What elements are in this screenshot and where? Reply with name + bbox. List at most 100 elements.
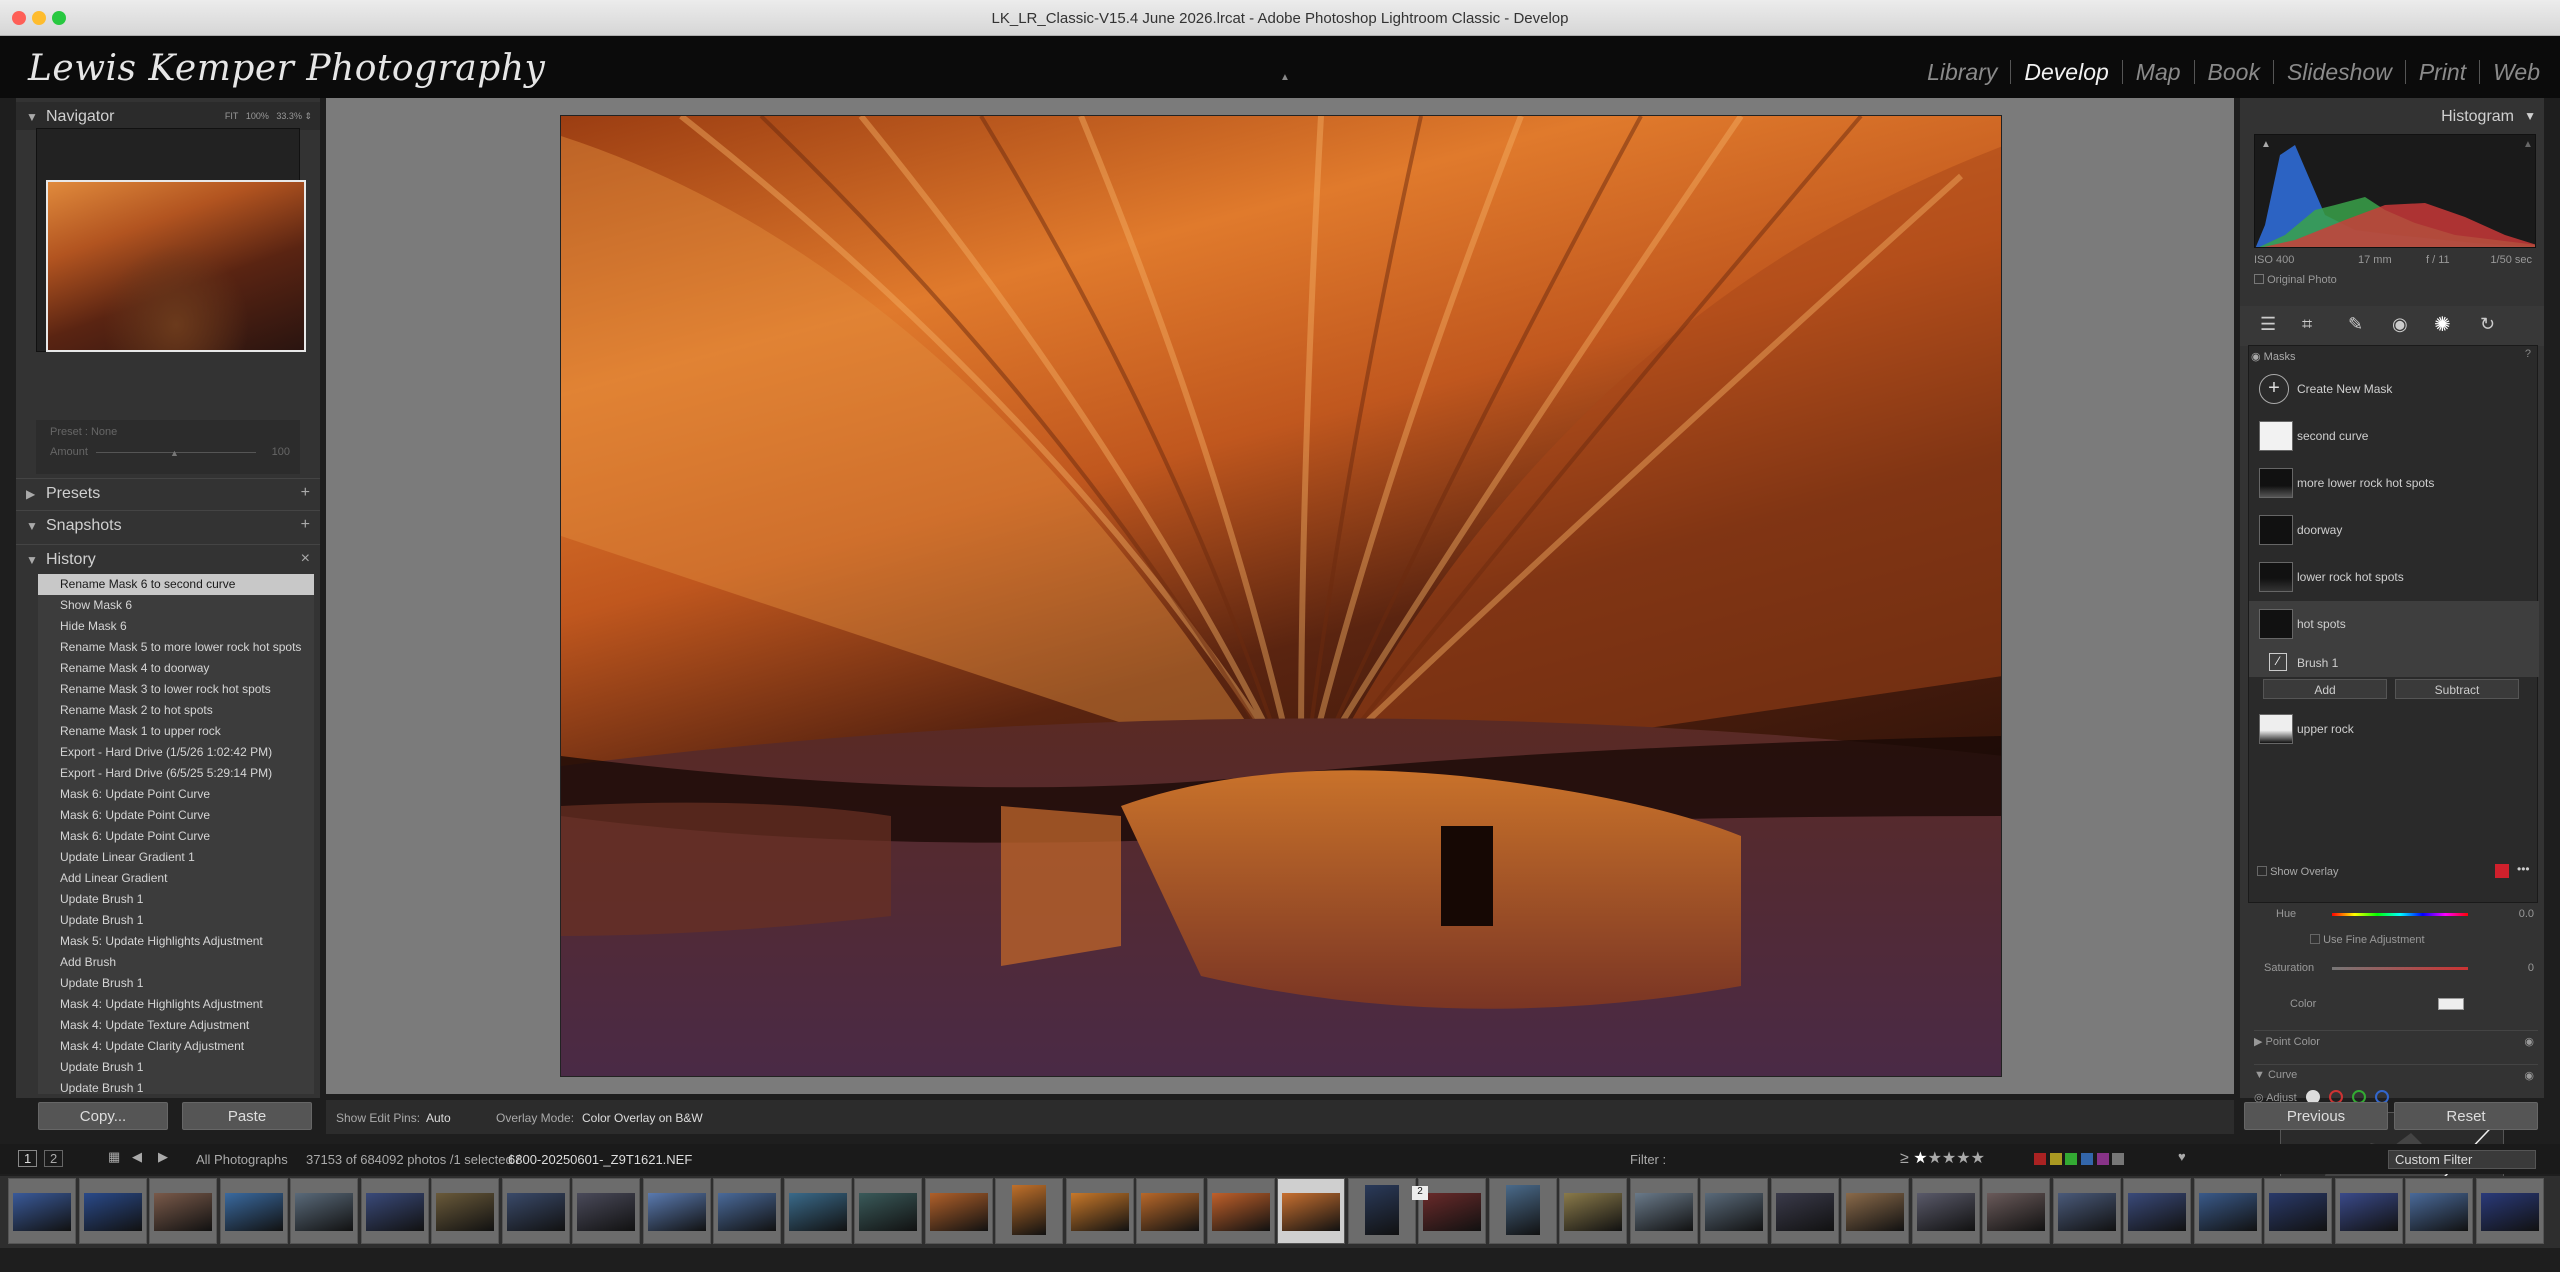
history-step[interactable]: Update Brush 1 (38, 910, 314, 931)
rating-filter-stars[interactable]: ≥ ★★★★★ (1900, 1148, 1985, 1168)
add-to-mask-button[interactable]: Add (2263, 679, 2387, 699)
filmstrip-thumbnail[interactable] (2264, 1178, 2332, 1244)
saturation-slider[interactable] (2332, 967, 2468, 970)
red-eye-icon[interactable]: ◉ (2392, 314, 2408, 335)
fine-adjustment-toggle[interactable]: Use Fine Adjustment (2310, 934, 2425, 946)
point-color-header[interactable]: ▶ Point Color ◉ (2254, 1030, 2538, 1048)
history-step[interactable]: Mask 4: Update Texture Adjustment (38, 1015, 314, 1036)
history-step[interactable]: Export - Hard Drive (1/5/26 1:02:42 PM) (38, 742, 314, 763)
filmstrip-thumbnail[interactable] (2405, 1178, 2473, 1244)
history-step[interactable]: Rename Mask 3 to lower rock hot spots (38, 679, 314, 700)
filmstrip-thumbnail[interactable] (1629, 1178, 1698, 1244)
selected-file-name[interactable]: 6800-20250601-_Z9T1621.NEF (508, 1152, 692, 1167)
history-step[interactable]: Update Brush 1 (38, 1078, 314, 1094)
filmstrip-thumbnail[interactable] (854, 1178, 922, 1244)
visibility-eye-icon[interactable]: ◉ (2524, 1069, 2534, 1082)
filmstrip-thumbnail[interactable] (219, 1178, 288, 1244)
add-snapshot-icon[interactable]: + (301, 516, 310, 534)
filmstrip-thumbnail[interactable] (1136, 1178, 1204, 1244)
history-step[interactable]: Add Brush (38, 952, 314, 973)
source-label[interactable]: All Photographs (196, 1152, 288, 1167)
main-photo[interactable] (560, 115, 2002, 1077)
copy-button[interactable]: Copy... (38, 1102, 168, 1130)
module-web[interactable]: Web (2480, 60, 2542, 84)
filmstrip-thumbnail[interactable] (8, 1178, 76, 1244)
filmstrip-thumbnail[interactable] (1488, 1178, 1557, 1244)
filmstrip-thumbnail[interactable] (1347, 1178, 1416, 1244)
filmstrip-thumbnail[interactable] (642, 1178, 711, 1244)
filmstrip-thumbnail[interactable] (783, 1178, 852, 1244)
navigator-thumbnail[interactable] (46, 180, 306, 352)
filmstrip-thumbnail[interactable] (360, 1178, 429, 1244)
window-2-button[interactable]: 2 (44, 1150, 64, 1167)
zoom-33[interactable]: 33.3% (276, 111, 302, 121)
filmstrip-thumbnail[interactable] (1065, 1178, 1134, 1244)
filmstrip-thumbnail[interactable] (1982, 1178, 2050, 1244)
history-step[interactable]: Update Brush 1 (38, 973, 314, 994)
filmstrip-thumbnail[interactable] (2334, 1178, 2403, 1244)
color-swatch-icon[interactable] (2438, 998, 2464, 1010)
back-arrow-icon[interactable]: ◀ (132, 1149, 142, 1165)
history-header[interactable]: ▼ History × (16, 544, 320, 572)
filmstrip-thumbnail[interactable] (1206, 1178, 1275, 1244)
history-step[interactable]: Rename Mask 4 to doorway (38, 658, 314, 679)
brush-1-row[interactable]: ⁄ Brush 1 (2249, 647, 2539, 677)
filmstrip-thumbnail[interactable] (713, 1178, 781, 1244)
history-step[interactable]: Update Brush 1 (38, 889, 314, 910)
filmstrip-thumbnail[interactable] (2193, 1178, 2262, 1244)
history-step[interactable]: Rename Mask 1 to upper rock (38, 721, 314, 742)
original-photo-toggle[interactable]: Original Photo (2254, 274, 2337, 286)
filmstrip-thumbnail[interactable] (2123, 1178, 2191, 1244)
reset-button[interactable]: Reset (2394, 1102, 2538, 1130)
filmstrip-thumbnail[interactable] (2475, 1178, 2544, 1244)
overlay-color-swatch[interactable] (2495, 864, 2509, 878)
mask-more-lower-rock-hot-spots[interactable]: more lower rock hot spots (2249, 460, 2539, 506)
grid-view-icon[interactable]: ▦ (108, 1149, 120, 1165)
subtract-from-mask-button[interactable]: Subtract (2395, 679, 2519, 699)
filmstrip-thumbnail[interactable] (1418, 1178, 1486, 1244)
clear-history-icon[interactable]: × (301, 550, 310, 568)
crop-icon[interactable]: ⌗ (2302, 314, 2312, 335)
filmstrip-thumbnail[interactable] (1841, 1178, 1909, 1244)
filmstrip-thumbnail[interactable] (572, 1178, 640, 1244)
history-step[interactable]: Mask 6: Update Point Curve (38, 805, 314, 826)
filmstrip-thumbnail[interactable] (1770, 1178, 1839, 1244)
module-map[interactable]: Map (2123, 60, 2195, 84)
module-print[interactable]: Print (2406, 60, 2481, 84)
filmstrip-thumbnail[interactable] (149, 1178, 217, 1244)
history-step[interactable]: Update Brush 1 (38, 1057, 314, 1078)
custom-filter-select[interactable]: Custom Filter (2388, 1150, 2536, 1169)
mask-hot-spots[interactable]: hot spots (2249, 601, 2539, 647)
create-new-mask-row[interactable]: + Create New Mask (2249, 366, 2539, 412)
masking-icon[interactable]: ✺ (2434, 312, 2451, 337)
amount-slider-thumb[interactable]: ▲ (170, 448, 179, 458)
mask-lower-rock-hot-spots[interactable]: lower rock hot spots (2249, 554, 2539, 600)
snapshots-header[interactable]: ▼ Snapshots + (16, 510, 320, 538)
history-step[interactable]: Hide Mask 6 (38, 616, 314, 637)
add-preset-icon[interactable]: + (301, 484, 310, 502)
module-slideshow[interactable]: Slideshow (2274, 60, 2406, 84)
mask-doorway[interactable]: doorway (2249, 507, 2539, 553)
navigator-header[interactable]: ▼ Navigator FIT 100% 33.3% ⇕ (16, 102, 320, 130)
forward-arrow-icon[interactable]: ▶ (158, 1149, 168, 1165)
paste-button[interactable]: Paste (182, 1102, 312, 1130)
hue-slider[interactable] (2332, 913, 2468, 916)
history-step[interactable]: Add Linear Gradient (38, 868, 314, 889)
zoom-100[interactable]: 100% (246, 111, 269, 121)
color-label-filters[interactable] (2034, 1153, 2125, 1168)
histogram-header[interactable]: Histogram ▼ (2240, 102, 2544, 130)
previous-button[interactable]: Previous (2244, 1102, 2388, 1130)
filmstrip-thumbnail[interactable] (78, 1178, 147, 1244)
visibility-eye-icon[interactable]: ◉ (2251, 351, 2261, 363)
presets-header[interactable]: ▶ Presets + (16, 478, 320, 506)
history-step[interactable]: Rename Mask 6 to second curve (38, 574, 314, 595)
edit-sliders-icon[interactable]: ☰ (2260, 314, 2276, 335)
history-step[interactable]: Mask 4: Update Clarity Adjustment (38, 1036, 314, 1057)
visibility-eye-icon[interactable]: ◉ (2524, 1035, 2534, 1048)
history-step[interactable]: Mask 6: Update Point Curve (38, 784, 314, 805)
history-step[interactable]: Mask 5: Update Highlights Adjustment (38, 931, 314, 952)
filmstrip-thumbnail[interactable] (1700, 1178, 1768, 1244)
history-step[interactable]: Rename Mask 5 to more lower rock hot spo… (38, 637, 314, 658)
filmstrip-thumbnail[interactable] (995, 1178, 1063, 1244)
mask-upper-rock[interactable]: upper rock (2249, 706, 2539, 752)
